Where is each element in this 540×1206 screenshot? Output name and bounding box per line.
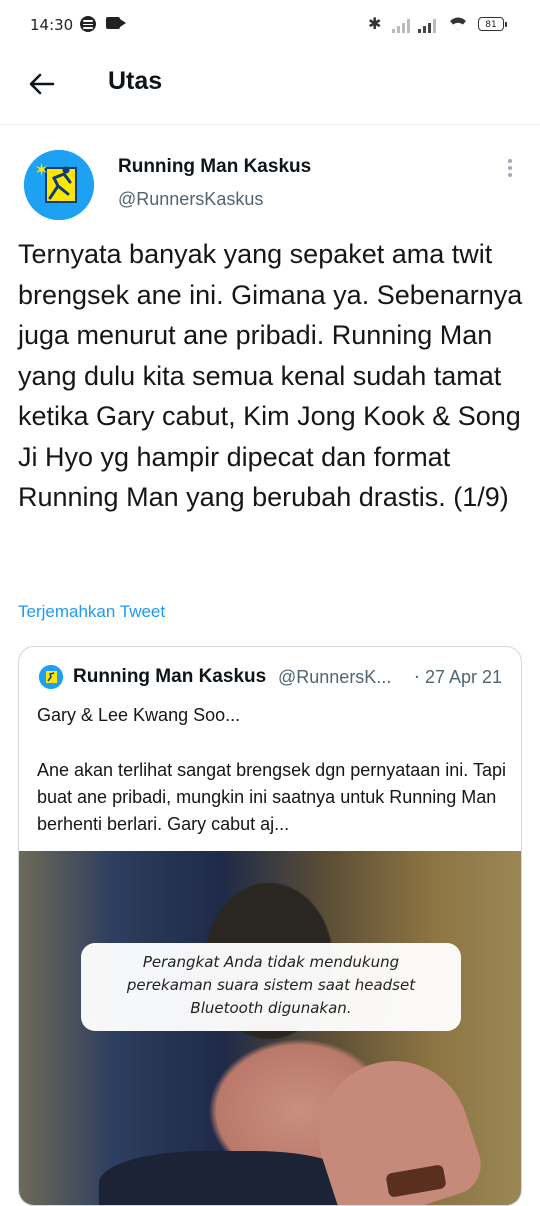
page-title: Utas bbox=[108, 67, 163, 95]
video-camera-icon bbox=[106, 17, 126, 29]
status-time: 14:30 bbox=[30, 16, 74, 34]
status-bar: 14:30 ✱ 81 bbox=[0, 0, 540, 52]
runner-logo-icon bbox=[39, 665, 63, 689]
app-header: Utas bbox=[0, 52, 540, 125]
svg-text:✶: ✶ bbox=[34, 160, 49, 181]
bluetooth-icon: ✱ bbox=[368, 14, 382, 33]
spotify-icon bbox=[80, 16, 96, 32]
runner-logo-icon: ✶ bbox=[24, 150, 94, 220]
translate-tweet-link[interactable]: Terjemahkan Tweet bbox=[18, 602, 165, 622]
quoted-avatar bbox=[39, 665, 63, 689]
quoted-author-name: Running Man Kaskus bbox=[73, 666, 267, 687]
signal-icon bbox=[392, 17, 412, 33]
author-handle[interactable]: @RunnersKaskus bbox=[118, 189, 263, 210]
toast-line-2: perekaman suara sistem saat headset bbox=[126, 976, 416, 994]
signal-icon-2 bbox=[418, 17, 438, 33]
quoted-tweet[interactable]: Running Man Kaskus @RunnersK... · 27 Apr… bbox=[18, 646, 522, 1206]
wifi-icon bbox=[450, 17, 466, 30]
quoted-video-thumbnail[interactable]: Perangkat Anda tidak mendukung perekaman… bbox=[19, 851, 521, 1205]
battery-icon: 81 bbox=[478, 17, 507, 31]
quoted-text-line1: Gary & Lee Kwang Soo... bbox=[37, 705, 241, 725]
tweet-text: Ternyata banyak yang sepaket ama twit br… bbox=[18, 239, 523, 512]
avatar[interactable]: ✶ bbox=[24, 150, 94, 220]
author-name[interactable]: Running Man Kaskus bbox=[118, 156, 311, 178]
video-figure-shirt bbox=[99, 1151, 359, 1205]
quoted-date: 27 Apr 21 bbox=[425, 667, 503, 687]
separator-dot: · bbox=[414, 667, 420, 688]
quoted-author-handle: @RunnersK... bbox=[278, 667, 392, 687]
toast-line-3: Bluetooth digunakan. bbox=[190, 999, 352, 1017]
toast-line-1: Perangkat Anda tidak mendukung bbox=[142, 953, 400, 971]
system-toast: Perangkat Anda tidak mendukung perekaman… bbox=[81, 943, 461, 1031]
quoted-text-body: Ane akan terlihat sangat brengsek dgn pe… bbox=[37, 760, 506, 834]
back-arrow-icon[interactable] bbox=[26, 68, 58, 100]
more-options-icon[interactable] bbox=[500, 156, 520, 182]
